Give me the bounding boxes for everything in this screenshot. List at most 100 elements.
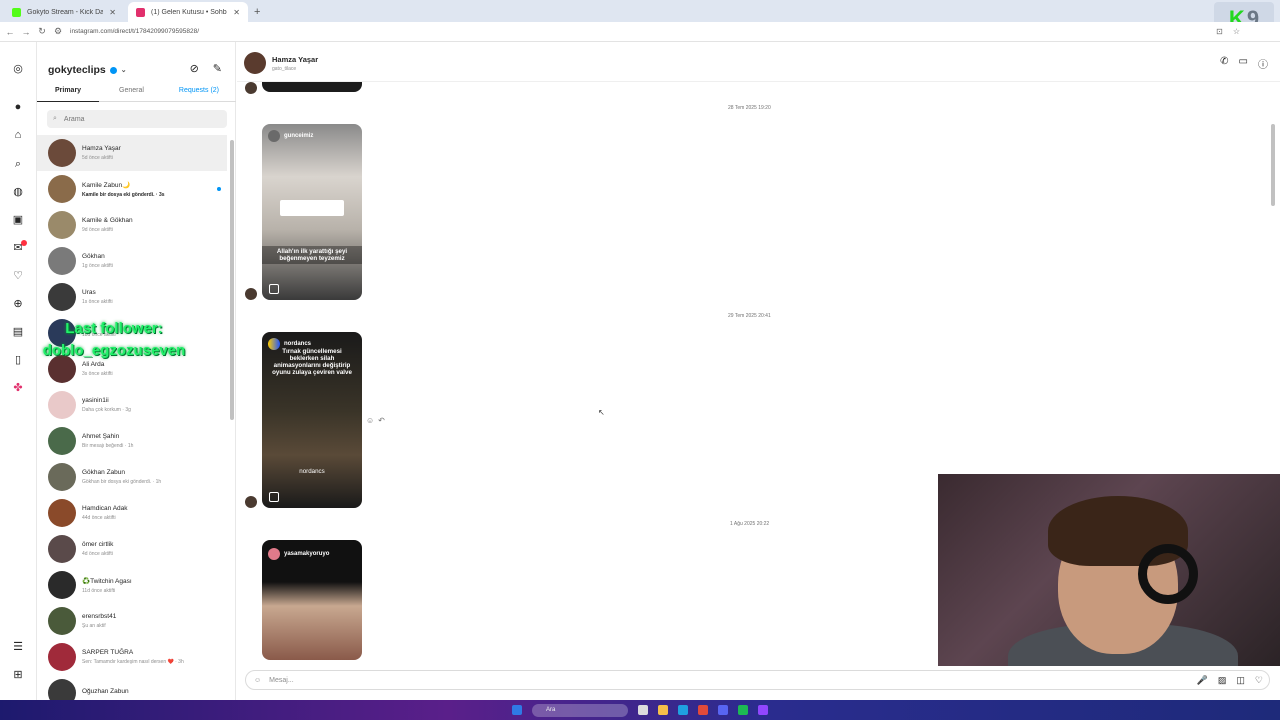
conversation-row[interactable]: Kamile & Gökhan 9d önce aktifti — [37, 207, 227, 243]
reel-message[interactable]: nordancs Tırnak güncellemesi beklerken s… — [262, 332, 362, 508]
tab-title: Gokyto Stream - Kick Dashboard — [27, 8, 104, 16]
message-input[interactable]: Mesaj... — [269, 677, 294, 684]
chrome-icon[interactable] — [698, 705, 708, 715]
chat-scrollbar[interactable] — [1271, 124, 1275, 206]
reel-author-avatar — [268, 130, 280, 142]
forward-icon[interactable]: → — [20, 27, 32, 37]
date-separator: 29 Tem 2025 20:41 — [728, 313, 771, 319]
notifications-heart-icon[interactable]: ♡ — [11, 269, 25, 283]
conversation-row[interactable]: Uras 1s önce aktifti — [37, 279, 227, 315]
tab-title: (1) Gelen Kutusu • Sohbetler — [151, 8, 227, 16]
emoji-picker-icon[interactable]: ☺ — [254, 677, 261, 684]
site-info-icon[interactable]: ⚙ — [52, 26, 64, 37]
start-icon[interactable] — [512, 705, 522, 715]
close-tab-icon[interactable]: ✕ — [233, 8, 240, 17]
chat-contact-handle: gato_tilace — [272, 66, 297, 72]
reel-message[interactable]: yasamakyoruyo — [262, 540, 362, 660]
search-box: ⌕ — [47, 110, 227, 128]
new-message-icon[interactable]: ✎ — [213, 62, 222, 75]
conversation-row[interactable]: ♻️Twitchin Agası 11d önce aktifti — [37, 567, 227, 603]
app-icon[interactable] — [758, 705, 768, 715]
browser-tab-instagram[interactable]: (1) Gelen Kutusu • Sohbetler ✕ — [128, 2, 248, 22]
info-icon[interactable]: ⓘ — [1258, 56, 1268, 71]
image-upload-icon[interactable]: ▨ — [1218, 675, 1227, 686]
avatar — [48, 571, 76, 599]
like-heart-icon[interactable]: ♡ — [1255, 675, 1263, 686]
reel-message[interactable]: gunceimiz Allah'ın ilk yarattığı şeyi be… — [262, 124, 362, 300]
tab-primary[interactable]: Primary — [55, 87, 81, 94]
chat-contact-name[interactable]: Hamza Yaşar — [272, 55, 318, 64]
account-switcher[interactable]: gokyteclips ⌄ — [48, 64, 127, 76]
meta-ai-icon[interactable]: ✤ — [11, 381, 25, 395]
reel-author: gunceimiz — [284, 133, 314, 139]
conversation-name: Oğuzhan Zabun — [82, 688, 129, 695]
tab-requests[interactable]: Requests (2) — [179, 87, 219, 94]
create-icon[interactable]: ⊕ — [11, 297, 25, 311]
instagram-nav-rail: ◎ ● ⌂ ⌕ ◍ ▣ ✉ ♡ ⊕ ▤ ▯ ✤ ☰ ⊞ — [0, 42, 37, 700]
instagram-logo-icon[interactable]: ◎ — [11, 62, 25, 76]
conversation-row[interactable]: Hamdican Adak 44d önce aktifti — [37, 495, 227, 531]
taskbar-search[interactable]: Ara — [532, 703, 628, 717]
conversation-row[interactable]: Hamza Yaşar 5d önce aktifti — [37, 135, 227, 171]
search-input[interactable] — [63, 115, 204, 123]
task-view-icon[interactable] — [638, 705, 648, 715]
conversation-preview: 1g önce aktifti — [82, 263, 113, 269]
conversation-preview: Bir mesajı beğendi · 1h — [82, 443, 134, 449]
bookmark-star-icon[interactable]: ☆ — [1233, 27, 1240, 36]
spotify-icon[interactable] — [738, 705, 748, 715]
explore-icon[interactable]: ◍ — [11, 185, 25, 199]
conversation-row[interactable]: Gökhan Zabun Gökhan bir dosya eki gönderd… — [37, 459, 227, 495]
voice-clip-icon[interactable]: 🎤 — [1197, 675, 1208, 686]
conversation-preview: 1s önce aktifti — [82, 299, 113, 305]
file-explorer-icon[interactable] — [658, 705, 668, 715]
browser-tab-kick[interactable]: Gokyto Stream - Kick Dashboard ✕ — [4, 2, 124, 22]
conversation-row[interactable]: yasinin1ii Daha çok korkum · 3g — [37, 387, 227, 423]
conversation-name: Ahmet Şahin — [82, 433, 120, 440]
instagram-favicon-icon — [136, 7, 145, 17]
close-tab-icon[interactable]: ✕ — [109, 8, 116, 17]
overlay-line1: Last follower: — [65, 320, 163, 337]
threads-icon[interactable]: ● — [11, 100, 25, 114]
avatar[interactable] — [244, 52, 266, 74]
conversation-row[interactable]: SARPER TUĞRA Sen: Tamamdır kardeşim nasıl… — [37, 639, 227, 675]
new-tab-icon[interactable]: + — [254, 2, 260, 22]
mute-notes-icon[interactable]: ⊘ — [190, 62, 199, 75]
conversation-row[interactable]: erensrbst41 Şu an aktif — [37, 603, 227, 639]
menu-icon[interactable]: ☰ — [11, 640, 25, 654]
edge-icon[interactable] — [678, 705, 688, 715]
back-icon[interactable]: ← — [4, 27, 16, 37]
tab-general[interactable]: General — [119, 87, 144, 94]
conversation-preview: Daha çok korkum · 3g — [82, 407, 131, 413]
search-icon[interactable]: ⌕ — [11, 157, 25, 171]
conversation-name: Uras — [82, 289, 96, 296]
reels-icon[interactable]: ▣ — [11, 213, 25, 227]
conversation-row[interactable]: Gökhan 1g önce aktifti — [37, 243, 227, 279]
message-actions: ☺ ↶ — [366, 416, 385, 425]
conversation-row[interactable]: Ahmet Şahin Bir mesajı beğendi · 1h — [37, 423, 227, 459]
install-icon[interactable]: ⊡ — [1216, 27, 1223, 36]
url-field[interactable]: instagram.com/direct/t/17842099079595828… — [70, 28, 199, 35]
reload-icon[interactable]: ↻ — [36, 26, 48, 37]
apps-icon[interactable]: ⊞ — [11, 668, 25, 682]
conversation-preview: 5d önce aktifti — [82, 155, 113, 161]
headset-icon — [1138, 544, 1198, 604]
sender-avatar — [245, 82, 257, 94]
verified-badge-icon — [109, 66, 117, 74]
mobile-icon[interactable]: ▯ — [11, 353, 25, 367]
list-scrollbar[interactable] — [230, 140, 234, 420]
home-icon[interactable]: ⌂ — [11, 128, 25, 142]
conversation-name: Hamdican Adak — [82, 505, 128, 512]
dashboard-icon[interactable]: ▤ — [11, 325, 25, 339]
sticker-icon[interactable]: ◫ — [1236, 675, 1245, 686]
reel-message-partial[interactable] — [262, 82, 362, 92]
react-emoji-icon[interactable]: ☺ — [366, 416, 374, 425]
search-icon: ⌕ — [53, 115, 57, 122]
reply-icon[interactable]: ↶ — [378, 416, 385, 425]
chat-header: Hamza Yaşar gato_tilace ✆ ▭ ⓘ — [237, 42, 1280, 82]
video-call-icon[interactable]: ▭ — [1239, 56, 1248, 71]
discord-icon[interactable] — [718, 705, 728, 715]
phone-call-icon[interactable]: ✆ — [1220, 56, 1228, 71]
conversation-name: Ali Arda — [82, 361, 105, 368]
conversation-row[interactable]: Kamile Zabun🌙 Kamile bir dosya eki gönder… — [37, 171, 227, 207]
conversation-row[interactable]: ömer cirtlik 4d önce aktifti — [37, 531, 227, 567]
